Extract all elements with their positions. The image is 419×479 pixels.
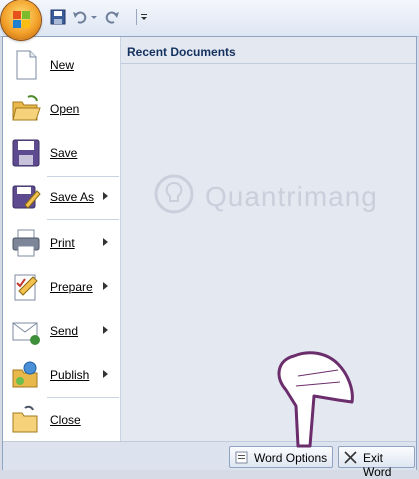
exit-word-label: Exit Word (363, 451, 392, 479)
menu-divider (47, 219, 119, 220)
menu-item-open[interactable]: Open (3, 87, 120, 131)
menu-item-label: Print (50, 236, 75, 250)
save-icon[interactable] (50, 8, 66, 26)
close-icon (344, 451, 357, 464)
new-document-icon (16, 50, 37, 80)
save-as-icon (12, 185, 41, 209)
menu-item-publish[interactable]: Publish (3, 353, 120, 397)
prepare-icon (14, 274, 38, 301)
menu-item-label: Send (50, 324, 79, 338)
printer-icon (12, 229, 40, 257)
watermark-text: Quantrimang (205, 181, 378, 212)
submenu-arrow-icon (103, 282, 108, 290)
menu-item-send[interactable]: Send (3, 309, 120, 353)
submenu-arrow-icon (103, 326, 108, 334)
menu-item-print[interactable]: Print (3, 221, 120, 265)
quick-access-toolbar (0, 0, 419, 40)
lightbulb-icon (154, 174, 194, 214)
customize-qat-icon[interactable] (140, 8, 148, 26)
menu-item-new[interactable]: New (3, 43, 120, 87)
menu-item-label: Publish (50, 368, 90, 382)
submenu-arrow-icon (103, 370, 108, 378)
menu-item-label: Save As (50, 190, 95, 204)
save-disk-icon (12, 139, 40, 167)
office-logo-icon (13, 11, 30, 28)
qat-separator (136, 9, 137, 25)
recent-documents-underline (121, 63, 416, 64)
close-folder-icon (12, 405, 38, 433)
menu-item-save[interactable]: Save (3, 131, 120, 175)
menu-item-label: Save (50, 146, 78, 160)
menu-item-label: New (50, 58, 75, 72)
menu-item-label: Prepare (50, 280, 93, 294)
recent-documents-title: Recent Documents (127, 45, 236, 59)
office-button[interactable] (1, 0, 41, 40)
menu-item-close[interactable]: Close (3, 398, 120, 442)
publish-icon (12, 361, 38, 388)
word-options-icon (235, 451, 248, 464)
watermark: Quantrimang (151, 167, 401, 227)
word-options-label: Word Options (254, 451, 328, 465)
menu-item-label: Open (50, 102, 80, 116)
send-icon (12, 322, 40, 345)
menu-item-label: Close (50, 413, 81, 427)
menu-item-save-as[interactable]: Save As (3, 175, 120, 219)
submenu-arrow-icon (103, 238, 108, 246)
undo-icon[interactable] (72, 8, 88, 26)
open-folder-icon (12, 95, 41, 121)
menu-commands: New Open Save Save As Print Prepare Send… (3, 37, 121, 441)
undo-dropdown-icon[interactable] (90, 8, 98, 26)
submenu-arrow-icon (103, 192, 108, 200)
pointing-hand-cursor-icon (277, 351, 354, 448)
menu-item-prepare[interactable]: Prepare (3, 265, 120, 309)
redo-icon[interactable] (104, 8, 120, 26)
